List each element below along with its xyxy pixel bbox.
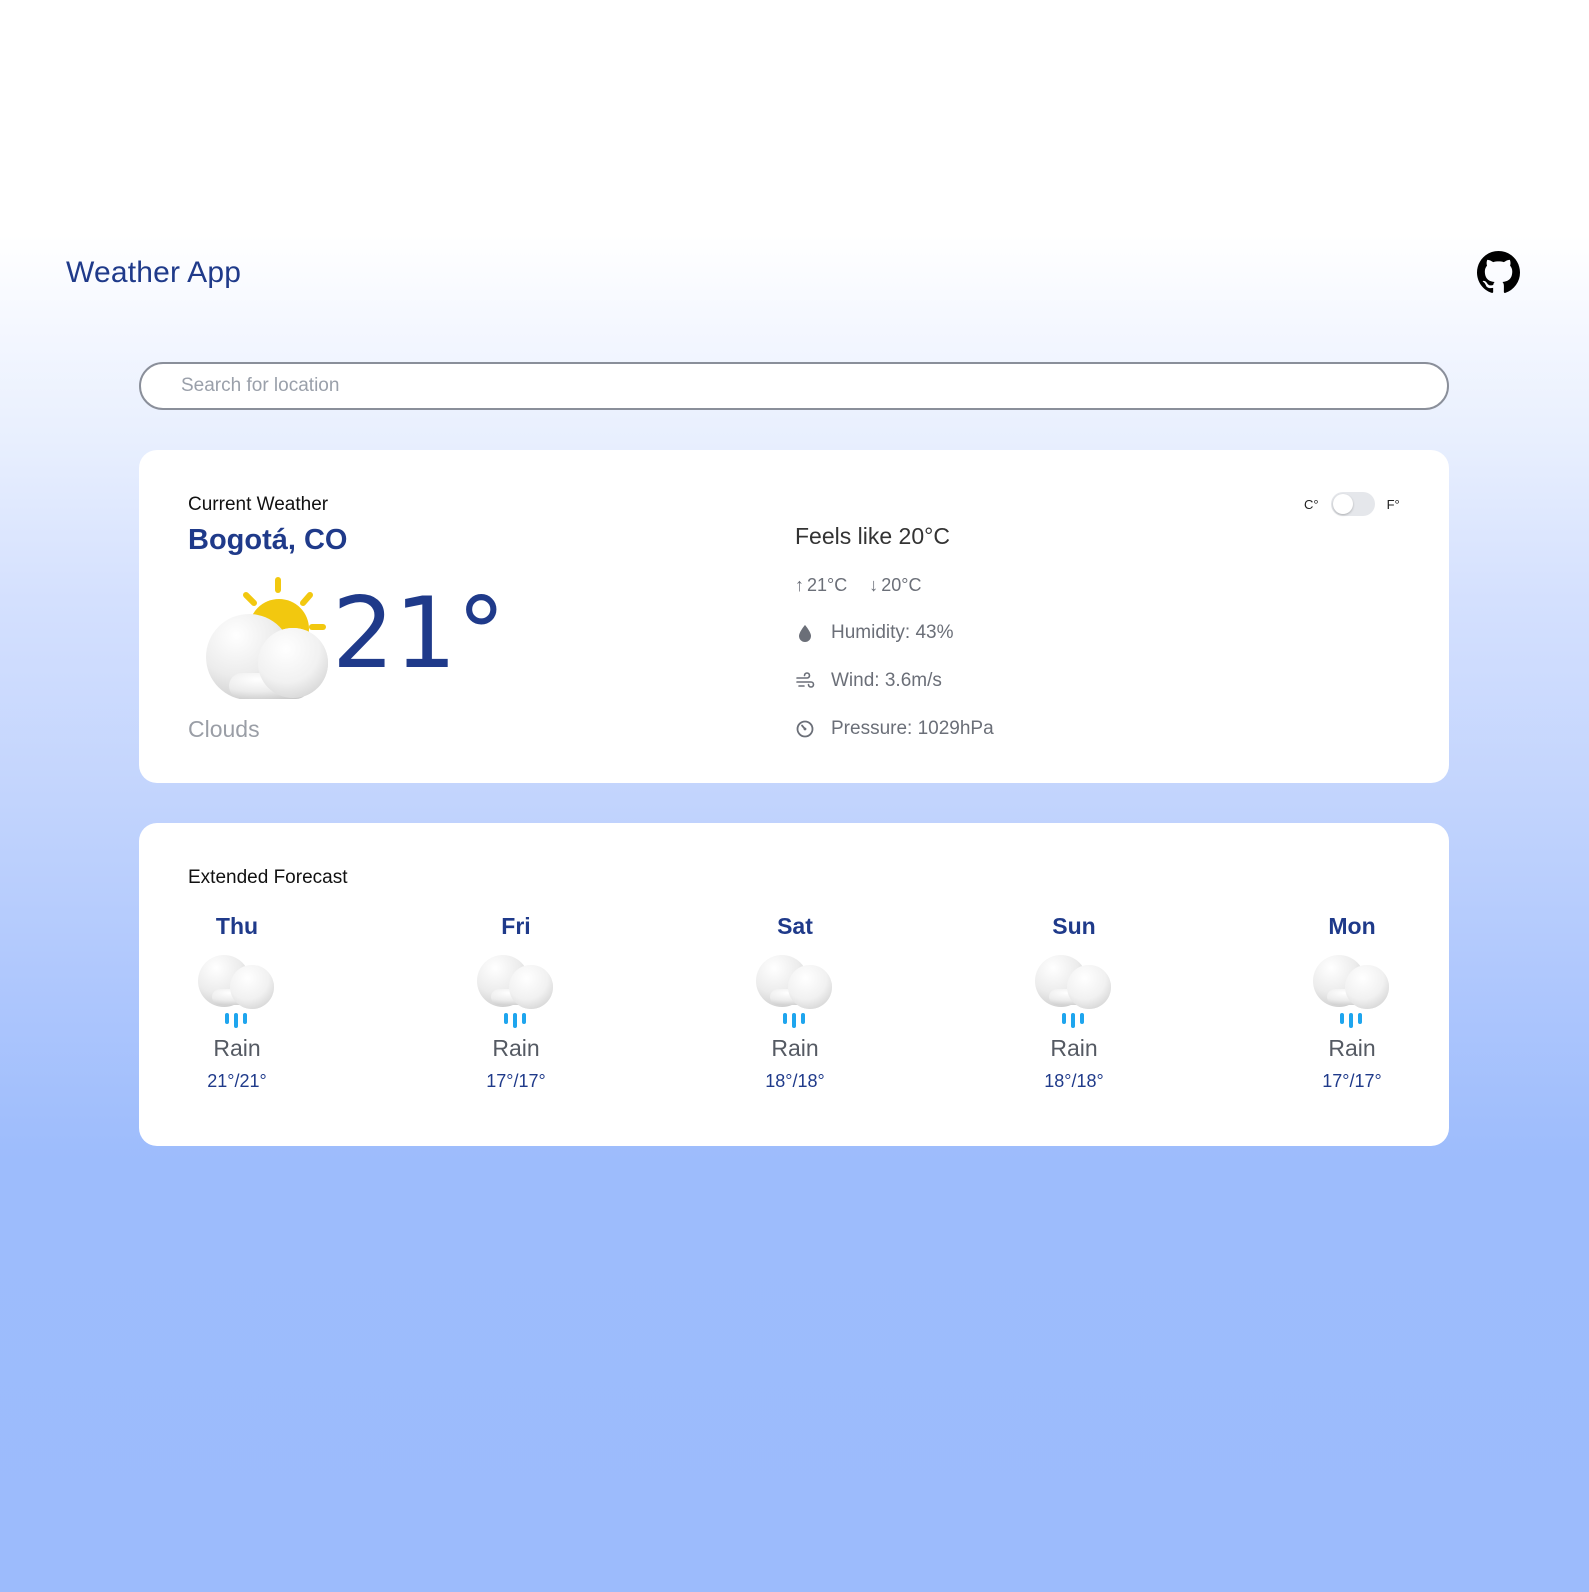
max-temp: 21°C xyxy=(807,575,848,595)
day-condition: Rain xyxy=(492,1035,540,1061)
forecast-day: Thu Rain 21°/21° xyxy=(162,911,312,1092)
partly-cloudy-icon xyxy=(206,577,328,699)
day-name: Thu xyxy=(215,913,259,939)
forecast-day: Sun Rain 18°/18° xyxy=(999,911,1149,1092)
min-temp: 20°C xyxy=(881,575,922,595)
forecast-day: Sat Rain 18°/18° xyxy=(720,911,870,1092)
forecast-title: Extended Forecast xyxy=(188,867,348,888)
day-name: Sun xyxy=(1052,913,1096,939)
pressure-value: Pressure: 1029hPa xyxy=(831,718,994,739)
rain-icon xyxy=(1313,955,1389,1028)
day-temperatures: 21°/21° xyxy=(207,1071,267,1091)
forecast-day: Mon Rain 17°/17° xyxy=(1277,911,1427,1092)
day-name: Sat xyxy=(777,913,813,939)
unit-switch[interactable] xyxy=(1330,492,1375,516)
forecast-list: Thu Rain 21°/21° Fri Rain 17°/17° Sat Ra… xyxy=(139,911,1449,1111)
day-condition: Rain xyxy=(771,1035,819,1061)
current-weather-card: Current Weather Bogotá, CO 21° Clouds C°… xyxy=(139,450,1449,783)
humidity-value: Humidity: 43% xyxy=(831,622,954,643)
min-temp-group: ↓ 20°C xyxy=(869,575,921,596)
extended-forecast-card: Extended Forecast Thu Rain 21°/21° Fri R… xyxy=(139,823,1449,1146)
wind-icon xyxy=(796,672,815,688)
pressure-row: Pressure: 1029hPa xyxy=(795,718,994,740)
switch-knob xyxy=(1332,494,1353,514)
location-name: Bogotá, CO xyxy=(188,524,348,556)
rain-icon xyxy=(756,955,832,1028)
day-name: Fri xyxy=(501,913,531,939)
day-condition: Rain xyxy=(213,1035,261,1061)
day-temperatures: 17°/17° xyxy=(486,1071,546,1091)
feels-like: Feels like 20°C xyxy=(795,523,950,549)
max-temp-group: ↑ 21°C xyxy=(795,575,847,596)
unit-toggle: C° F° xyxy=(1304,492,1400,516)
humidity-row: Humidity: 43% xyxy=(795,622,954,644)
search-input[interactable] xyxy=(139,362,1449,410)
celsius-label: C° xyxy=(1304,496,1319,512)
rain-icon xyxy=(1035,955,1111,1028)
wind-value: Wind: 3.6m/s xyxy=(831,670,942,691)
rain-icon xyxy=(477,955,553,1028)
app-title: Weather App xyxy=(66,256,242,289)
current-condition: Clouds xyxy=(188,716,260,742)
day-condition: Rain xyxy=(1328,1035,1376,1061)
current-temperature: 21° xyxy=(332,577,506,691)
fahrenheit-label: F° xyxy=(1386,496,1400,512)
day-temperatures: 18°/18° xyxy=(765,1071,825,1091)
gauge-icon xyxy=(796,720,814,738)
day-temperatures: 18°/18° xyxy=(1044,1071,1104,1091)
current-weather-title: Current Weather xyxy=(188,494,329,515)
github-icon[interactable] xyxy=(1477,251,1520,294)
min-max-temps: ↑ 21°C ↓ 20°C xyxy=(795,575,921,596)
rain-icon xyxy=(198,955,274,1028)
droplet-icon xyxy=(799,625,811,642)
day-temperatures: 17°/17° xyxy=(1322,1071,1382,1091)
wind-row: Wind: 3.6m/s xyxy=(795,670,942,692)
forecast-day: Fri Rain 17°/17° xyxy=(441,911,591,1092)
day-name: Mon xyxy=(1328,913,1376,939)
arrow-down-icon: ↓ xyxy=(869,575,879,595)
arrow-up-icon: ↑ xyxy=(795,575,804,595)
day-condition: Rain xyxy=(1050,1035,1098,1061)
